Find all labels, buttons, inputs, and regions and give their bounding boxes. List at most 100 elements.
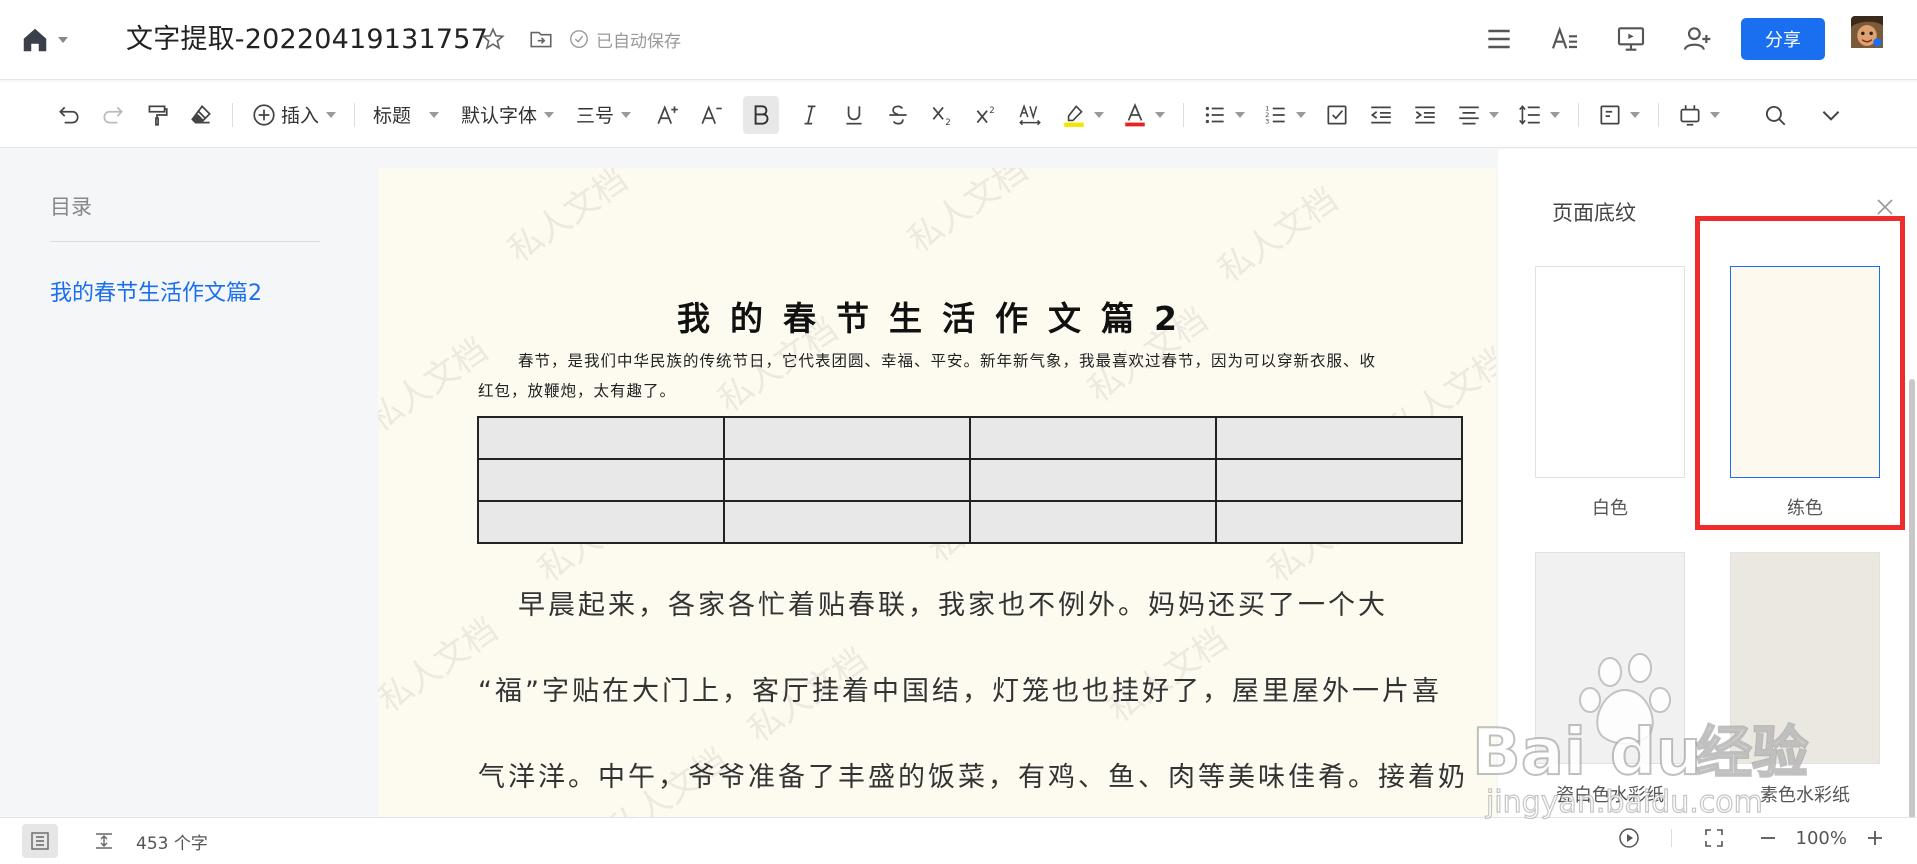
- table-cell[interactable]: [477, 500, 725, 544]
- page-setup-dropdown[interactable]: [1597, 96, 1641, 134]
- chevron-down-icon: [1094, 111, 1105, 118]
- page-width-button[interactable]: [86, 824, 122, 858]
- document-intro[interactable]: 春节，是我们中华民族的传统节日，它代表团圆、幸福、平安。新年新气象，我最喜欢过春…: [478, 346, 1378, 406]
- swatch-cream[interactable]: [1730, 266, 1880, 478]
- table-cell[interactable]: [969, 500, 1217, 544]
- font-color-dropdown[interactable]: [1122, 96, 1166, 134]
- outline-heading: 目录: [50, 195, 92, 219]
- close-icon[interactable]: [1873, 195, 1897, 219]
- search-icon: [1766, 105, 1786, 125]
- presentation-icon[interactable]: [1615, 23, 1647, 55]
- toolbar-divider: [1578, 102, 1580, 127]
- table-cell[interactable]: [969, 458, 1217, 502]
- plugins-dropdown[interactable]: [1677, 96, 1721, 134]
- add-collaborator-icon[interactable]: [1681, 23, 1713, 55]
- avatar[interactable]: [1851, 16, 1897, 62]
- panel-scrollbar[interactable]: [1909, 379, 1915, 839]
- table-row: [477, 458, 1463, 502]
- document-table[interactable]: [477, 416, 1463, 544]
- outline-toggle-button[interactable]: [22, 824, 58, 858]
- superscript-button[interactable]: 2: [973, 96, 999, 134]
- underline-button[interactable]: [841, 96, 867, 134]
- toolbar-divider: [1183, 102, 1185, 127]
- document-page[interactable]: 私人文档 私人文档 私人文档 私人文档 私人文档 私人文档 私人文档 私人文档 …: [378, 168, 1496, 817]
- line-spacing-dropdown[interactable]: [1517, 96, 1561, 134]
- underline-icon: [846, 105, 862, 125]
- highlight-color-dropdown[interactable]: [1061, 96, 1105, 134]
- font-increase-icon: [657, 104, 678, 124]
- decrease-font-button[interactable]: [699, 96, 725, 134]
- chevron-down-icon: [1155, 111, 1166, 118]
- document-paragraph[interactable]: 气洋洋。中午，爷爷准备了丰盛的饭菜，有鸡、鱼、肉等美味佳肴。接着奶: [478, 758, 1478, 798]
- table-cell[interactable]: [477, 416, 725, 460]
- table-cell[interactable]: [723, 416, 971, 460]
- swatch-white[interactable]: [1535, 266, 1685, 478]
- chevron-down-icon: [326, 111, 337, 118]
- search-button[interactable]: [1762, 96, 1788, 134]
- chevron-down-icon: [1550, 111, 1561, 118]
- insert-dropdown[interactable]: 插入: [251, 96, 337, 134]
- star-icon[interactable]: [480, 26, 506, 52]
- increase-indent-button[interactable]: [1412, 96, 1438, 134]
- text-style-icon[interactable]: [1549, 23, 1581, 55]
- bullet-list-icon: [1205, 106, 1224, 123]
- table-row: [477, 500, 1463, 544]
- table-cell[interactable]: [723, 458, 971, 502]
- table-cell[interactable]: [1215, 458, 1463, 502]
- document-paragraph[interactable]: 早晨起来，各家各忙着贴春联，我家也不例外。妈妈还买了一个大: [478, 586, 1478, 626]
- font-family-dropdown[interactable]: 默认字体: [461, 96, 555, 134]
- decrease-indent-button[interactable]: [1368, 96, 1394, 134]
- status-bar: 453 个字 100%: [0, 817, 1917, 864]
- play-circle-icon[interactable]: [1617, 826, 1641, 850]
- clear-format-button[interactable]: [188, 96, 214, 134]
- swatch-plain-watercolor[interactable]: [1730, 552, 1880, 764]
- zoom-out-icon[interactable]: [1756, 826, 1780, 850]
- svg-text:2: 2: [945, 117, 951, 127]
- italic-button[interactable]: [797, 96, 823, 134]
- page-background-panel: 页面底纹 白色 练色 瓷白色水彩纸 素色水彩纸: [1498, 149, 1917, 839]
- plus-circle-icon: [253, 103, 275, 126]
- subscript-icon: 2: [932, 106, 951, 127]
- swatch-label: 素色水彩纸: [1760, 785, 1850, 806]
- font-size-dropdown[interactable]: 三号: [576, 96, 632, 134]
- table-cell[interactable]: [477, 458, 725, 502]
- header-tools: 分享: [1483, 16, 1897, 62]
- menu-icon[interactable]: [1483, 23, 1515, 55]
- document-title[interactable]: 文字提取-20220419131757: [126, 22, 488, 58]
- insert-label: 插入: [281, 105, 320, 127]
- task-list-button[interactable]: [1324, 96, 1350, 134]
- bold-button[interactable]: [743, 95, 780, 134]
- strikethrough-button[interactable]: [885, 96, 911, 134]
- undo-button[interactable]: [56, 96, 82, 134]
- zoom-in-icon[interactable]: [1863, 826, 1887, 850]
- heading-dropdown[interactable]: 标题: [373, 96, 440, 134]
- format-painter-button[interactable]: [144, 96, 170, 134]
- table-cell[interactable]: [969, 416, 1217, 460]
- fullscreen-icon[interactable]: [1702, 826, 1726, 850]
- subscript-button[interactable]: 2: [929, 96, 955, 134]
- outline-item[interactable]: 我的春节生活作文篇2: [50, 275, 262, 307]
- collapse-toolbar-button[interactable]: [1818, 96, 1844, 134]
- swatch-porcelain-watercolor[interactable]: [1535, 552, 1685, 764]
- document-heading[interactable]: 我的春节生活作文篇2: [378, 292, 1496, 340]
- swatch-label: 白色: [1592, 498, 1628, 519]
- increase-font-button[interactable]: [655, 96, 681, 134]
- document-paragraph[interactable]: “福”字贴在大门上，客厅挂着中国结，灯笼也也挂好了，屋里屋外一片喜: [478, 672, 1478, 712]
- heading-label: 标题: [373, 105, 412, 127]
- chevron-down-icon: [1235, 111, 1246, 118]
- move-to-folder-icon[interactable]: [528, 26, 554, 52]
- table-cell[interactable]: [1215, 416, 1463, 460]
- table-cell[interactable]: [1215, 500, 1463, 544]
- home-menu[interactable]: [20, 22, 70, 58]
- numbered-list-dropdown[interactable]: 123: [1263, 96, 1307, 134]
- redo-icon: [103, 106, 123, 123]
- chevron-down-icon: [621, 111, 632, 118]
- align-dropdown[interactable]: [1456, 96, 1500, 134]
- bullet-list-dropdown[interactable]: [1202, 96, 1246, 134]
- table-cell[interactable]: [723, 500, 971, 544]
- toolbar-divider: [232, 102, 233, 127]
- share-button[interactable]: 分享: [1741, 18, 1825, 60]
- character-spacing-button[interactable]: [1017, 96, 1043, 134]
- redo-button[interactable]: [100, 96, 126, 134]
- outline-divider: [50, 241, 320, 242]
